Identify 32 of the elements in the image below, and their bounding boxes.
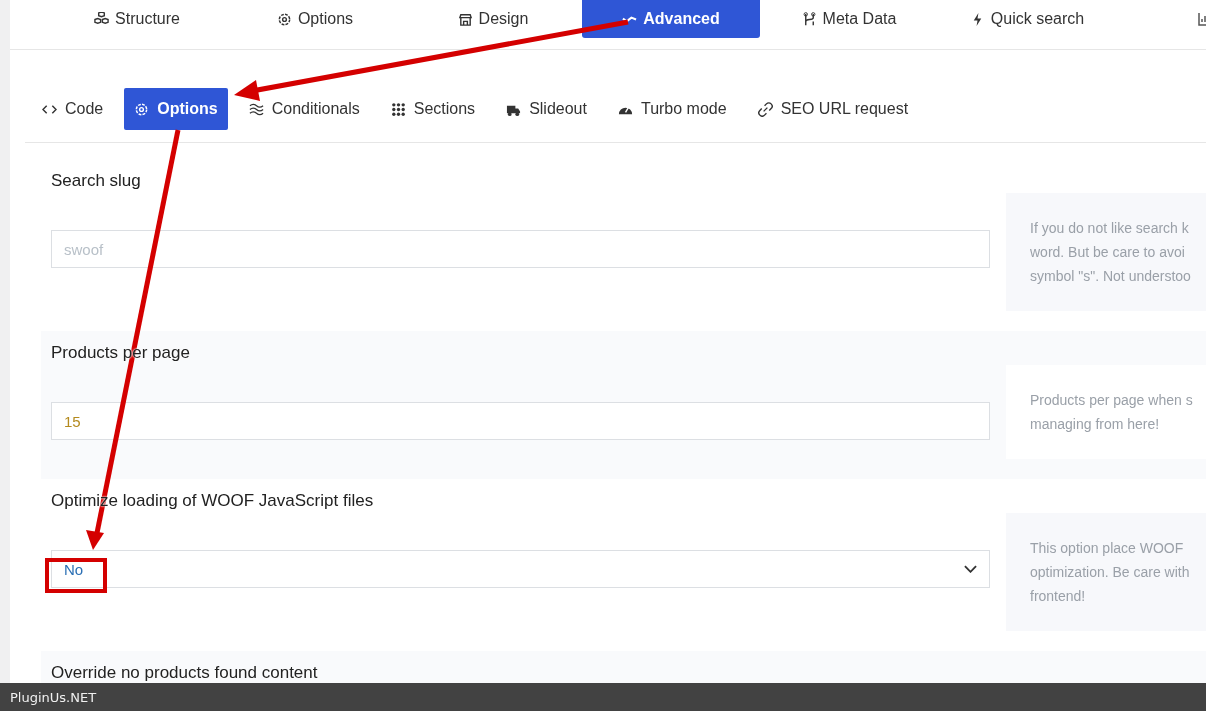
chart-icon[interactable] (1198, 11, 1206, 27)
cubes-icon (94, 11, 110, 27)
gear-icon (134, 101, 150, 117)
setting-label: Override no products found content (51, 663, 319, 683)
input-field[interactable]: swoof (51, 230, 990, 268)
sub-tab[interactable]: Sections (380, 88, 486, 130)
top-tab[interactable]: Meta Data (760, 0, 938, 38)
help-text: If you do not like search k word. But be care to avoi symbol "s". Not understoo (1006, 193, 1206, 311)
sub-tab[interactable]: Turbo mode (607, 88, 737, 130)
sub-tab[interactable]: Conditionals (238, 88, 370, 130)
select-field[interactable]: No (51, 550, 990, 588)
setting-label: Search slug (51, 171, 142, 191)
sub-tab[interactable]: SEO URL request (747, 88, 919, 130)
highlight-box (45, 558, 107, 593)
link-icon (757, 101, 773, 117)
sub-tab[interactable]: Options (124, 88, 228, 130)
top-tab[interactable]: Advanced (582, 0, 760, 38)
store-icon (457, 11, 473, 27)
help-text: Products per page when s managing from here! (1006, 365, 1206, 459)
nodes-icon (801, 11, 817, 27)
caption: PluginUs.NET (10, 689, 97, 705)
help-text: This option place WOOF optimization. Be care with frontend! (1006, 513, 1206, 631)
top-tab[interactable]: Options (226, 0, 404, 38)
chevron-icon (964, 565, 977, 573)
top-tab[interactable]: Design (404, 0, 582, 38)
waves-icon (248, 101, 264, 117)
gear-icon (276, 11, 292, 27)
sub-tab[interactable]: Slideout (496, 88, 597, 130)
sub-tab[interactable]: Code (32, 88, 114, 130)
dots-grid-icon (390, 101, 406, 117)
top-tab[interactable]: Structure (48, 0, 226, 38)
top-tab[interactable]: Quick search (938, 0, 1116, 38)
